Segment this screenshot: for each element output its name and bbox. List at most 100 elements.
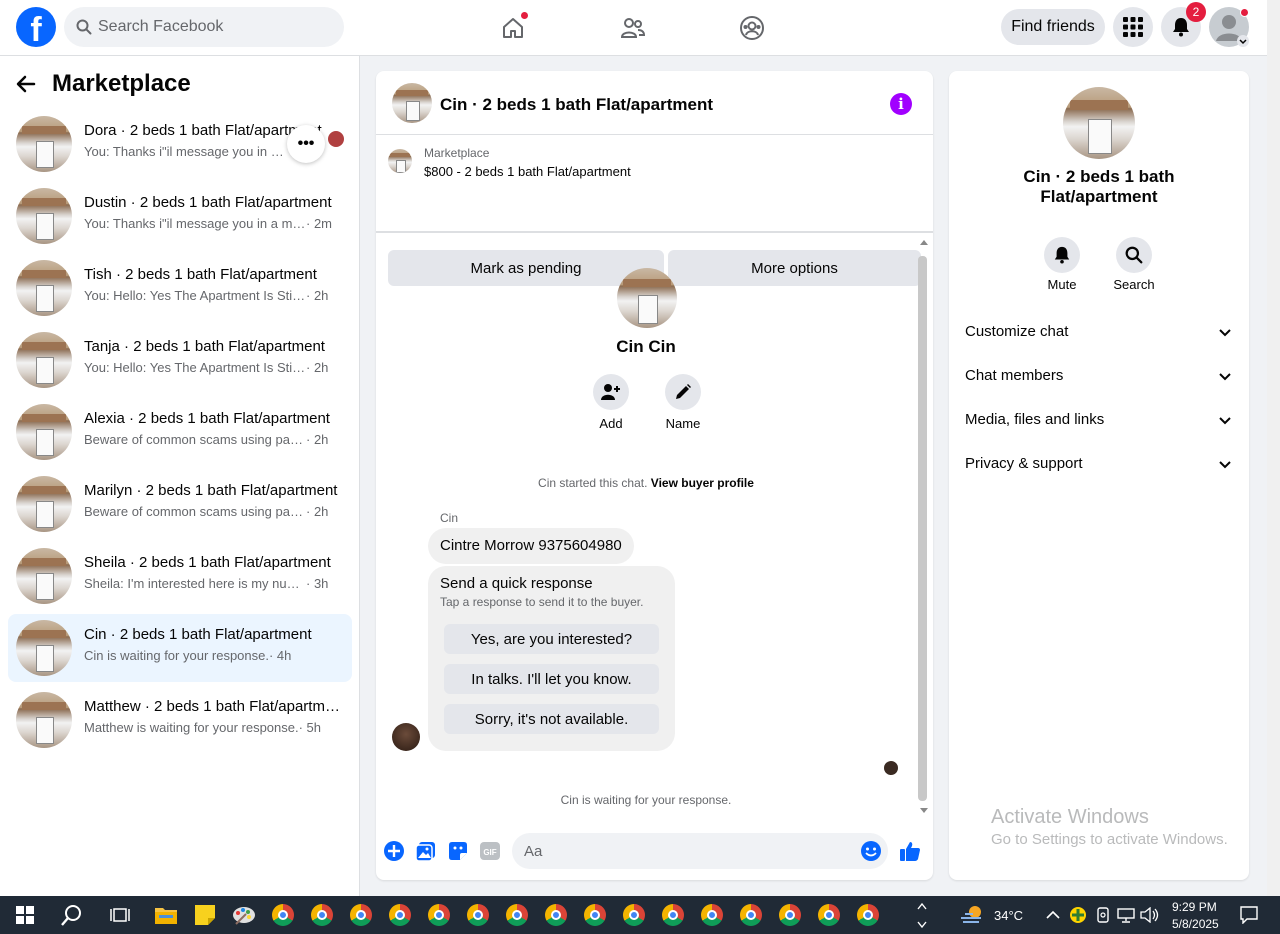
tray-device-icon[interactable] [1092, 900, 1114, 930]
account-avatar-button[interactable] [1209, 7, 1249, 47]
chrome-taskbar-item[interactable] [307, 900, 337, 930]
add-label: Add [599, 416, 623, 431]
more-options-button[interactable]: ••• [287, 125, 325, 163]
chrome-taskbar-item[interactable] [814, 900, 844, 930]
chrome-taskbar-item[interactable] [385, 900, 415, 930]
conversation-item[interactable]: Matthew · 2 beds 1 bath Flat/apartment Ma… [8, 686, 352, 754]
chat-title[interactable]: Cin · 2 beds 1 bath Flat/apartment [440, 95, 713, 115]
chrome-taskbar-item[interactable] [346, 900, 376, 930]
chrome-taskbar-item[interactable] [424, 900, 454, 930]
conversation-item[interactable]: Tish · 2 beds 1 bath Flat/apartment You: … [8, 254, 352, 322]
find-friends-button[interactable]: Find friends [1001, 9, 1105, 45]
quick-response-option[interactable]: Sorry, it's not available. [444, 704, 659, 734]
security-icon [1070, 907, 1086, 923]
conversation-item[interactable]: Marilyn · 2 beds 1 bath Flat/apartment Be… [8, 470, 352, 538]
media-files-links-section[interactable]: Media, files and links [949, 399, 1249, 443]
listing-small-thumbnail[interactable] [388, 149, 412, 173]
start-button[interactable] [10, 900, 40, 930]
profile-avatar[interactable] [617, 268, 677, 328]
network-button[interactable] [1115, 900, 1137, 930]
conversation-item[interactable]: Cin · 2 beds 1 bath Flat/apartment Cin is… [8, 614, 352, 682]
privacy-support-section[interactable]: Privacy & support [949, 443, 1249, 487]
chrome-taskbar-item[interactable] [502, 900, 532, 930]
taskbar-scroll-arrows[interactable] [914, 900, 930, 930]
search-box[interactable] [64, 7, 344, 47]
attach-photo-button[interactable] [415, 840, 437, 862]
chevron-down-icon [1219, 461, 1231, 469]
chat-members-section[interactable]: Chat members [949, 355, 1249, 399]
home-nav-button[interactable] [493, 8, 533, 48]
friends-nav-button[interactable] [613, 8, 653, 48]
chrome-taskbar-item[interactable] [268, 900, 298, 930]
sticky-notes-taskbar[interactable] [190, 900, 220, 930]
pencil-icon [676, 384, 691, 399]
taskbar-search-button[interactable] [57, 900, 87, 930]
chrome-taskbar-item[interactable] [541, 900, 571, 930]
conversation-item[interactable]: Alexia · 2 beds 1 bath Flat/apartment Bew… [8, 398, 352, 466]
chrome-icon [701, 904, 723, 926]
facebook-logo-icon[interactable]: f [16, 7, 56, 47]
conversation-item[interactable]: Dustin · 2 beds 1 bath Flat/apartment You… [8, 182, 352, 250]
message-input[interactable] [512, 833, 888, 869]
chevron-down-icon [1219, 417, 1231, 425]
chrome-taskbar-item[interactable] [580, 900, 610, 930]
listing-price[interactable]: $800 - 2 beds 1 bath Flat/apartment [424, 164, 631, 179]
action-center-button[interactable] [1234, 900, 1264, 930]
quick-response-option[interactable]: Yes, are you interested? [444, 624, 659, 654]
quick-response-title: Send a quick response [440, 575, 593, 592]
clock-time[interactable]: 9:29 PM [1172, 900, 1217, 914]
message-bubble[interactable]: Cintre Morrow 9375604980 [428, 528, 634, 564]
more-options-listing-button[interactable]: More options [668, 250, 921, 286]
sticker-button[interactable] [447, 840, 469, 862]
chrome-taskbar-item[interactable] [853, 900, 883, 930]
folder-icon [155, 908, 177, 924]
name-button[interactable] [665, 374, 701, 410]
sender-avatar[interactable] [392, 723, 420, 751]
add-button[interactable] [593, 374, 629, 410]
emoji-button[interactable] [860, 840, 882, 862]
file-explorer-taskbar[interactable] [151, 900, 181, 930]
search-input[interactable] [98, 18, 318, 36]
message-sender: Cin [440, 511, 459, 525]
chrome-taskbar-item[interactable] [775, 900, 805, 930]
search-icon [1125, 246, 1143, 264]
more-actions-button[interactable] [383, 840, 405, 862]
chrome-taskbar-item[interactable] [736, 900, 766, 930]
page-scrollbar[interactable] [1267, 0, 1280, 896]
menu-button[interactable] [1113, 7, 1153, 47]
waiting-notice: Cin is waiting for your response. [560, 793, 732, 807]
weather-widget[interactable] [957, 900, 987, 930]
preview-time: · 3h [306, 576, 329, 591]
customize-chat-section[interactable]: Customize chat [949, 311, 1249, 355]
listing-thumbnail[interactable] [392, 83, 432, 123]
chrome-taskbar-item[interactable] [463, 900, 493, 930]
mute-button[interactable] [1044, 237, 1080, 273]
tray-app-icon[interactable] [1066, 900, 1090, 930]
chrome-taskbar-item[interactable] [619, 900, 649, 930]
chrome-taskbar-item[interactable] [658, 900, 688, 930]
info-icon[interactable]: i [890, 93, 912, 115]
groups-nav-button[interactable] [732, 8, 772, 48]
conversation-preview: You: Hello: Yes The Apartment Is Still .… [84, 360, 328, 375]
like-button[interactable] [899, 840, 921, 862]
preview-time: · 5h [298, 720, 322, 735]
chrome-taskbar-item[interactable] [697, 900, 727, 930]
chat-scrollbar[interactable] [918, 256, 927, 801]
paint-taskbar[interactable] [229, 900, 259, 930]
search-conversation-button[interactable] [1116, 237, 1152, 273]
quick-response-option[interactable]: In talks. I'll let you know. [444, 664, 659, 694]
conversation-item[interactable]: Sheila · 2 beds 1 bath Flat/apartment She… [8, 542, 352, 610]
show-hidden-icons[interactable] [1042, 900, 1064, 930]
clock-date[interactable]: 5/8/2025 [1172, 917, 1219, 931]
view-buyer-profile-link[interactable]: View buyer profile [651, 476, 754, 490]
task-view-button[interactable] [105, 900, 135, 930]
scroll-down-icon[interactable] [919, 807, 929, 815]
top-navigation: f Find friends 2 [0, 0, 1267, 56]
volume-button[interactable] [1139, 900, 1161, 930]
gif-button[interactable]: GIF [479, 840, 501, 862]
conversation-thumbnail [16, 332, 72, 388]
scroll-up-icon[interactable] [919, 238, 929, 246]
details-avatar[interactable] [1063, 87, 1135, 159]
back-arrow-icon[interactable] [16, 74, 36, 94]
conversation-item[interactable]: Tanja · 2 beds 1 bath Flat/apartment You:… [8, 326, 352, 394]
